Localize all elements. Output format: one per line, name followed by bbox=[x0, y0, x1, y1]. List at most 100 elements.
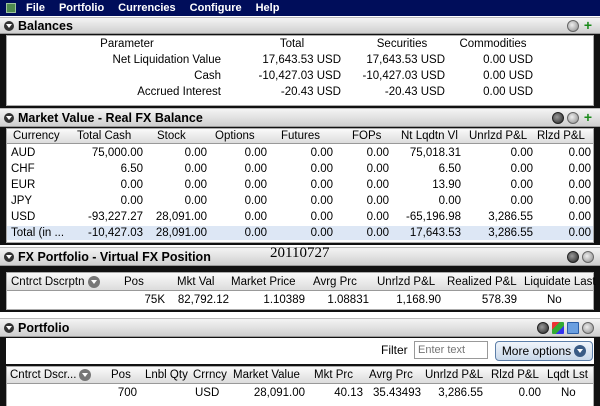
menu-configure[interactable]: Configure bbox=[190, 2, 242, 14]
filter-input[interactable] bbox=[414, 341, 488, 359]
menu-currencies[interactable]: Currencies bbox=[118, 2, 175, 14]
cell: 35.43493 bbox=[373, 387, 421, 399]
collapse-icon[interactable] bbox=[4, 112, 14, 123]
cell: 0.00 bbox=[184, 195, 207, 207]
window-icon[interactable] bbox=[567, 322, 579, 334]
cell: 0.00 bbox=[310, 179, 333, 191]
col-liquidate-last[interactable]: Liquidate Last bbox=[524, 276, 596, 288]
refresh-icon[interactable] bbox=[537, 322, 549, 334]
menu-file[interactable]: File bbox=[26, 2, 45, 14]
col-realized-pl[interactable]: Realized P&L bbox=[447, 276, 517, 288]
cell: Accrued Interest bbox=[137, 86, 221, 98]
market-value-panel: Currency Total Cash Stock Options Future… bbox=[6, 128, 594, 243]
cell: 17,643.53 bbox=[409, 227, 461, 239]
cell: AUD bbox=[11, 147, 36, 159]
dropdown-icon[interactable] bbox=[79, 369, 92, 381]
refresh-icon[interactable] bbox=[552, 112, 564, 124]
portfolio-panel: Cntrct Dscr... Pos Lnbl Qty Crrncy Marke… bbox=[6, 366, 594, 406]
col-futures[interactable]: Futures bbox=[281, 130, 320, 142]
refresh-icon[interactable] bbox=[567, 251, 579, 263]
col-securities: Securities bbox=[376, 38, 428, 50]
cell: 82,792.12 bbox=[177, 294, 229, 306]
cell: -20.43 USD bbox=[280, 86, 341, 98]
cell: 0.00 bbox=[244, 163, 267, 175]
col-unrlzd-pl[interactable]: Unrlzd P&L bbox=[377, 276, 435, 288]
col-mkt-val[interactable]: Mkt Val bbox=[177, 276, 215, 288]
cell: 0.00 bbox=[310, 147, 333, 159]
filter-label: Filter bbox=[381, 343, 408, 357]
cell: 75,018.31 bbox=[409, 147, 461, 159]
col-total-cash[interactable]: Total Cash bbox=[77, 130, 131, 142]
col-fops[interactable]: FOPs bbox=[352, 130, 381, 142]
cell: 0.00 bbox=[366, 227, 389, 239]
cell: 40.13 bbox=[334, 387, 363, 399]
col-rlzd-pl[interactable]: Rlzd P&L bbox=[537, 130, 585, 142]
cell: 0.00 bbox=[568, 195, 591, 207]
cell: 0.00 bbox=[244, 195, 267, 207]
collapse-icon[interactable] bbox=[4, 251, 14, 262]
col-lqdt-lst[interactable]: Lqdt Lst bbox=[547, 369, 588, 381]
col-options[interactable]: Options bbox=[215, 130, 255, 142]
cell: 28,091.00 bbox=[253, 387, 305, 399]
menu-help[interactable]: Help bbox=[256, 2, 280, 14]
cell: -10,427.03 USD bbox=[258, 70, 341, 82]
collapse-icon[interactable] bbox=[4, 20, 14, 31]
cell: -10,427.03 bbox=[88, 227, 143, 239]
col-cntrct-dscr[interactable]: Cntrct Dscr... bbox=[10, 369, 92, 381]
menu-portfolio[interactable]: Portfolio bbox=[59, 2, 104, 14]
add-icon[interactable]: + bbox=[582, 110, 594, 124]
cell: 0.00 bbox=[366, 147, 389, 159]
col-pos[interactable]: Pos bbox=[111, 369, 131, 381]
date-stamp: 20110727 bbox=[270, 245, 330, 261]
col-market-value[interactable]: Market Value bbox=[233, 369, 300, 381]
col-rlzd-pl[interactable]: Rlzd P&L bbox=[491, 369, 539, 381]
col-stock[interactable]: Stock bbox=[157, 130, 186, 142]
cell: No bbox=[547, 294, 562, 306]
cell: 3,286.55 bbox=[488, 227, 533, 239]
cell: 0.00 bbox=[568, 163, 591, 175]
settings-icon[interactable] bbox=[567, 20, 579, 32]
col-unrlzd-pl[interactable]: Unrlzd P&L bbox=[469, 130, 527, 142]
cell: 0.00 bbox=[184, 163, 207, 175]
dropdown-icon[interactable] bbox=[87, 276, 100, 288]
col-mkt-prc[interactable]: Mkt Prc bbox=[314, 369, 353, 381]
settings-icon[interactable] bbox=[567, 112, 579, 124]
cell: 0.00 bbox=[438, 195, 461, 207]
cell: 17,643.53 USD bbox=[366, 54, 445, 66]
col-market-price[interactable]: Market Price bbox=[231, 276, 296, 288]
cell: Net Liquidation Value bbox=[112, 54, 221, 66]
cell: No bbox=[561, 387, 576, 399]
col-lnbl-qty[interactable]: Lnbl Qty bbox=[145, 369, 188, 381]
col-nt-lqdtn-vl[interactable]: Nt Lqdtn Vl bbox=[401, 130, 458, 142]
col-total: Total bbox=[279, 38, 305, 50]
col-avrg-prc[interactable]: Avrg Prc bbox=[313, 276, 357, 288]
cell: 0.00 bbox=[366, 195, 389, 207]
cell: Total (in ... bbox=[11, 227, 65, 239]
cell: USD bbox=[195, 387, 220, 399]
col-avrg-prc[interactable]: Avrg Prc bbox=[369, 369, 413, 381]
cell: 1.08831 bbox=[327, 294, 369, 306]
add-icon[interactable]: + bbox=[582, 18, 594, 32]
cell: 0.00 bbox=[568, 227, 591, 239]
cell: 0.00 bbox=[366, 179, 389, 191]
cell: 0.00 bbox=[510, 163, 533, 175]
more-options-label: More options bbox=[501, 344, 572, 358]
settings-icon[interactable] bbox=[582, 322, 594, 334]
palette-icon[interactable] bbox=[552, 322, 564, 334]
cell: 0.00 bbox=[310, 163, 333, 175]
cell: 6.50 bbox=[120, 163, 143, 175]
cell: 0.00 bbox=[310, 211, 333, 223]
col-crrncy[interactable]: Crrncy bbox=[193, 369, 227, 381]
collapse-icon[interactable] bbox=[4, 322, 14, 333]
col-pos[interactable]: Pos bbox=[124, 276, 144, 288]
col-currency[interactable]: Currency bbox=[13, 130, 60, 142]
balances-section-header: Balances + bbox=[0, 17, 600, 34]
cell: 578.39 bbox=[481, 294, 517, 306]
balances-header-row: Parameter Total Securities Commodities bbox=[7, 36, 593, 51]
cell: EUR bbox=[11, 179, 36, 191]
col-unrlzd-pl[interactable]: Unrlzd P&L bbox=[425, 369, 483, 381]
more-options-button[interactable]: More options bbox=[495, 341, 593, 361]
settings-icon[interactable] bbox=[582, 251, 594, 263]
cell: CHF bbox=[11, 163, 35, 175]
col-cntrct-dscrptn[interactable]: Cntrct Dscrptn bbox=[11, 276, 100, 288]
